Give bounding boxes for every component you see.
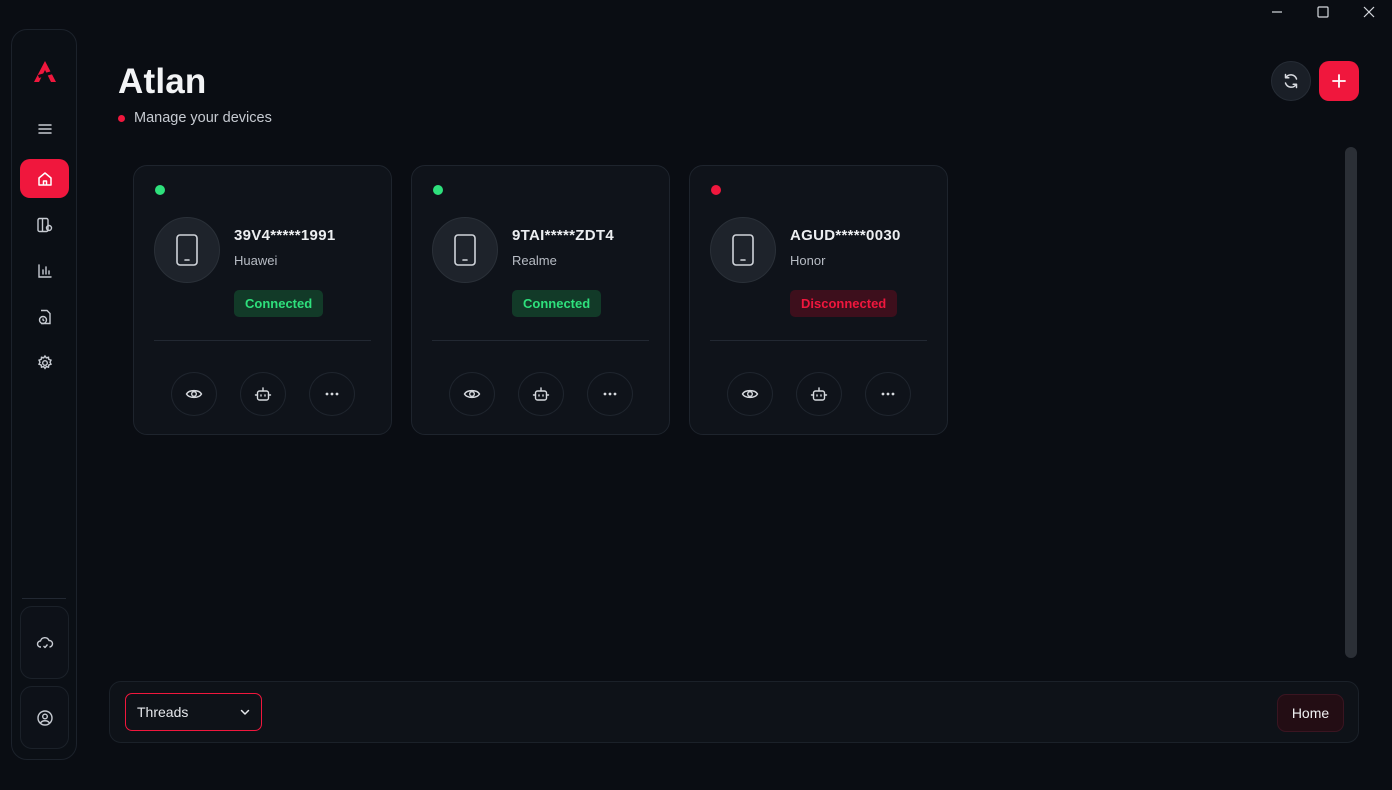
robot-icon [254, 385, 272, 403]
online-status-dot [433, 185, 443, 195]
maximize-icon[interactable] [1300, 0, 1346, 24]
user-circle-icon[interactable] [20, 686, 69, 749]
device-name: 39V4*****1991 [234, 227, 336, 244]
devices-settings-icon[interactable] [20, 205, 69, 244]
view-button[interactable] [727, 372, 773, 416]
status-badge: Connected [234, 290, 324, 317]
threads-select-value: Threads [137, 704, 189, 720]
device-brand: Huawei [234, 253, 278, 268]
robot-icon [810, 385, 828, 403]
scrollbar[interactable] [1345, 147, 1357, 658]
view-button[interactable] [449, 372, 495, 416]
home-icon[interactable] [20, 159, 69, 198]
status-badge: Disconnected [790, 290, 898, 317]
atlan-logo [32, 59, 58, 85]
phone-icon [432, 217, 498, 283]
eye-icon [463, 385, 481, 403]
device-card[interactable]: 39V4*****1991 Huawei Connected [133, 165, 392, 435]
status-dot [118, 114, 125, 122]
threads-select[interactable]: Threads [125, 693, 262, 731]
more-button[interactable] [587, 372, 633, 416]
add-device-button[interactable] [1319, 61, 1359, 101]
card-divider [432, 340, 649, 341]
subtitle-text: Manage your devices [134, 110, 272, 126]
file-clock-icon[interactable] [20, 297, 69, 336]
automation-button[interactable] [240, 372, 286, 416]
minimize-icon[interactable] [1254, 0, 1300, 24]
refresh-icon [1284, 73, 1298, 89]
card-divider [154, 340, 371, 341]
device-name: AGUD*****0030 [790, 227, 901, 244]
bar-chart-icon[interactable] [20, 251, 69, 290]
device-brand: Honor [790, 253, 826, 268]
automation-button[interactable] [518, 372, 564, 416]
more-dots-icon [601, 385, 619, 403]
robot-icon [532, 385, 550, 403]
device-name: 9TAI*****ZDT4 [512, 227, 614, 244]
bottom-bar: Threads Home [109, 681, 1359, 743]
device-card[interactable]: 9TAI*****ZDT4 Realme Connected [411, 165, 670, 435]
home-button[interactable]: Home [1277, 694, 1344, 732]
card-divider [710, 340, 927, 341]
more-button[interactable] [309, 372, 355, 416]
view-button[interactable] [171, 372, 217, 416]
more-button[interactable] [865, 372, 911, 416]
chevron-down-icon [240, 709, 250, 715]
cloud-sync-icon[interactable] [20, 606, 69, 679]
phone-icon [710, 217, 776, 283]
sidebar-divider [22, 598, 66, 599]
more-dots-icon [879, 385, 897, 403]
more-dots-icon [323, 385, 341, 403]
gear-icon[interactable] [20, 343, 69, 382]
plus-icon [1332, 74, 1346, 88]
window-controls [1254, 0, 1392, 24]
sidebar [11, 29, 77, 760]
eye-icon [741, 385, 759, 403]
page-title: Atlan [118, 62, 207, 101]
device-card[interactable]: AGUD*****0030 Honor Disconnected [689, 165, 948, 435]
automation-button[interactable] [796, 372, 842, 416]
close-icon[interactable] [1346, 0, 1392, 24]
phone-icon [154, 217, 220, 283]
refresh-button[interactable] [1271, 61, 1311, 101]
device-brand: Realme [512, 253, 557, 268]
menu-icon[interactable] [20, 109, 69, 148]
page-subtitle: Manage your devices [118, 110, 272, 126]
status-badge: Connected [512, 290, 602, 317]
online-status-dot [711, 185, 721, 195]
eye-icon [185, 385, 203, 403]
online-status-dot [155, 185, 165, 195]
